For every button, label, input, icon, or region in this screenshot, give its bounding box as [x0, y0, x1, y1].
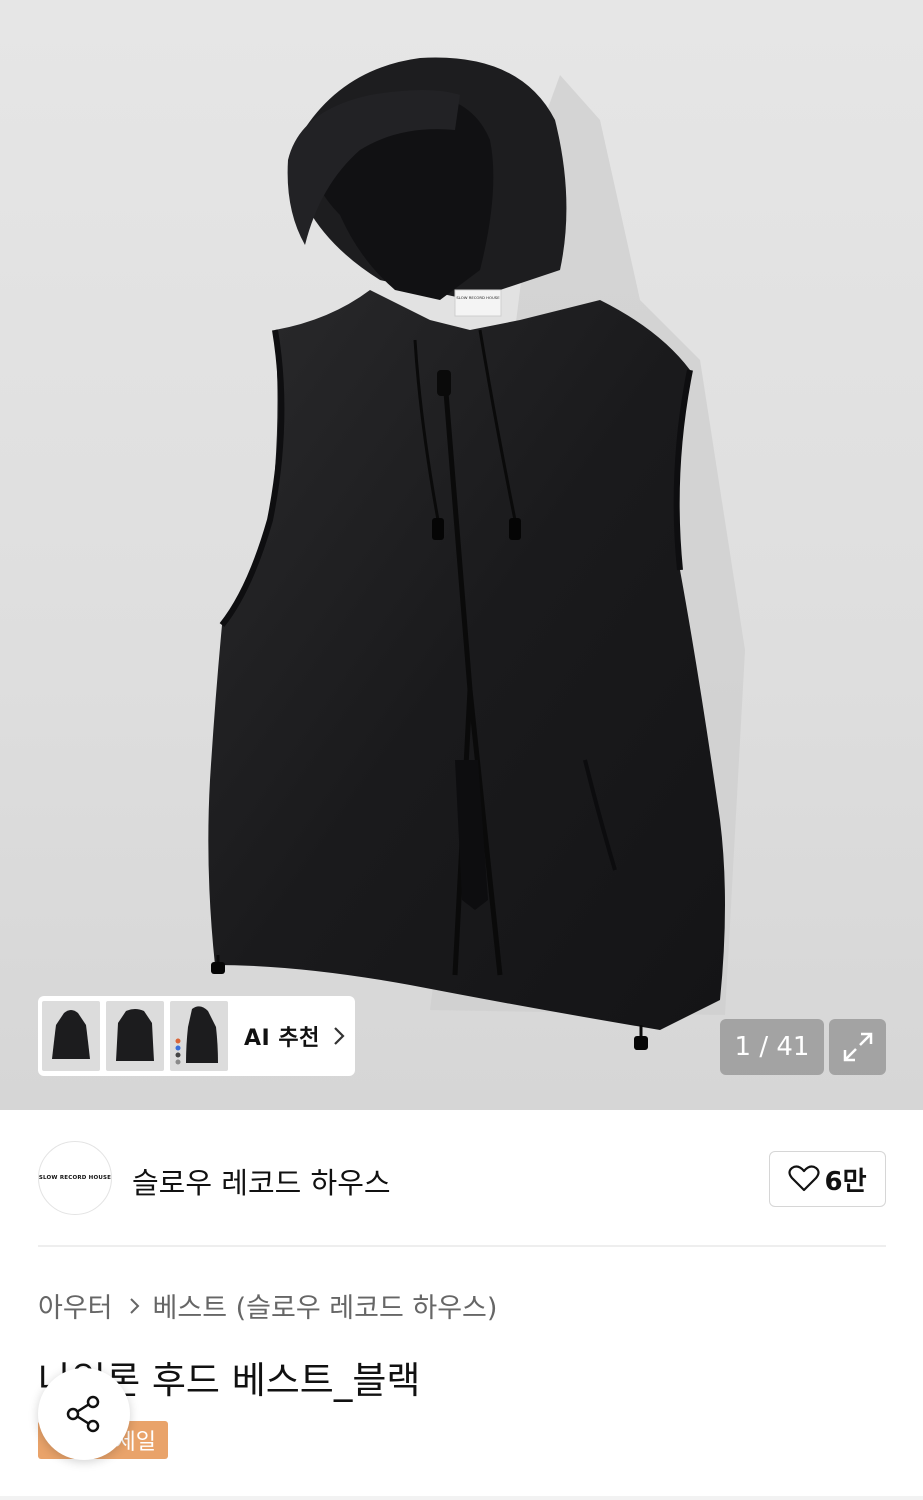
divider: [0, 1496, 923, 1500]
ai-recommend-label: AI 추천: [244, 1026, 320, 1051]
product-image-gallery[interactable]: SLOW RECORD HOUSE AI 추천 1 / 41: [0, 0, 923, 1110]
recommend-thumbnail[interactable]: [42, 1001, 100, 1071]
vest-thumbnail-icon: [52, 1010, 90, 1059]
fullscreen-button[interactable]: [829, 1019, 886, 1075]
brand-name-link[interactable]: 슬로우 레코드 하우스: [132, 1160, 391, 1202]
breadcrumb-subcategory[interactable]: 베스트 (슬로우 레코드 하우스): [153, 1286, 498, 1325]
divider: [38, 1245, 886, 1247]
like-button[interactable]: 6만: [769, 1151, 886, 1207]
breadcrumb-category[interactable]: 아우터: [38, 1286, 113, 1325]
chevron-right-icon: [334, 1027, 345, 1045]
expand-icon: [843, 1032, 872, 1062]
vest-thumbnail-icon: [116, 1009, 154, 1061]
share-icon: [66, 1395, 100, 1433]
share-button[interactable]: [38, 1368, 130, 1460]
ai-recommendation-strip[interactable]: AI 추천: [38, 996, 355, 1076]
garment-label-text: SLOW RECORD HOUSE: [456, 295, 500, 300]
recommend-thumbnail[interactable]: [170, 1001, 228, 1071]
brand-logo[interactable]: SLOW RECORD HOUSE: [38, 1141, 112, 1215]
image-counter: 1 / 41: [720, 1019, 824, 1075]
recommend-thumbnail[interactable]: [106, 1001, 164, 1071]
vest-color-thumbnail-icon: [175, 1006, 218, 1065]
chevron-right-icon: [129, 1297, 139, 1314]
brand-logo-text: SLOW RECORD HOUSE: [38, 1175, 112, 1181]
like-count: 6만: [824, 1166, 867, 1197]
heart-icon: [788, 1165, 821, 1192]
product-photo-vest: SLOW RECORD HOUSE: [208, 57, 745, 1050]
breadcrumb: 아우터 베스트 (슬로우 레코드 하우스): [38, 1286, 497, 1325]
